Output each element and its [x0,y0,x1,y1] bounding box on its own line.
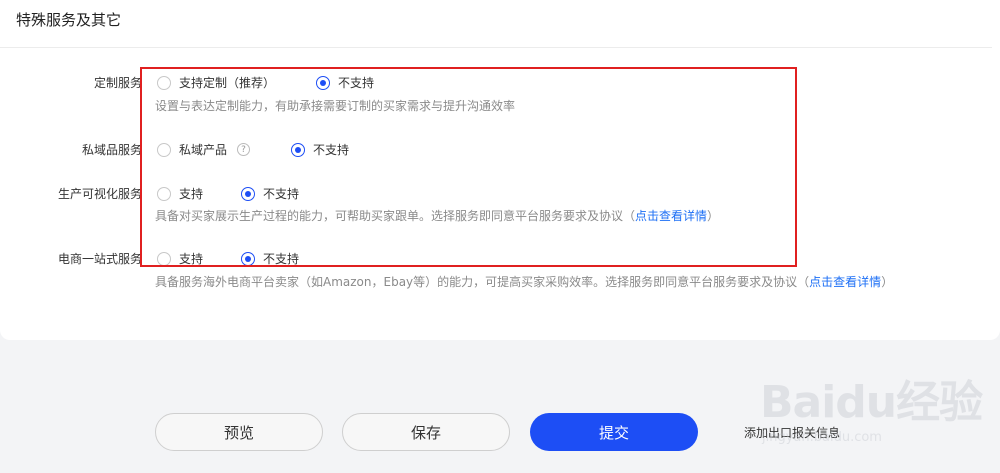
ecommerce-option-support[interactable]: 支持 [157,250,203,267]
radio-checked-icon[interactable] [316,75,330,90]
custom-service-label: 定制服务 [93,76,142,90]
divider [0,47,992,48]
section-title: 特殊服务及其它 [16,11,122,29]
visual-details-link[interactable]: 点击查看详情 [635,209,707,223]
radio-checked-icon[interactable] [241,186,255,201]
submit-button[interactable]: 提交 [530,413,698,451]
radio-icon[interactable] [157,142,171,157]
private-option-product[interactable]: 私域产品 ? [157,141,251,158]
radio-checked-icon[interactable] [241,251,255,266]
custom-option-support-label: 支持定制（推荐） [179,76,276,90]
ecommerce-details-link[interactable]: 点击查看详情 [809,275,881,289]
ecommerce-service-label: 电商一站式服务 [57,252,142,266]
private-option-none-label: 不支持 [313,143,350,157]
visual-description-text: 具备对买家展示生产过程的能力，可帮助买家跟单。选择服务即同意平台服务要求及协议（ [155,209,636,223]
custom-service-description: 设置与表达定制能力，有助承接需要订制的买家需求与提升沟通效率 [155,99,516,113]
visual-option-support[interactable]: 支持 [157,185,203,202]
custom-option-none-label: 不支持 [338,76,375,90]
visual-option-none-label: 不支持 [263,187,300,201]
baidu-watermark: Baidu经验 jingyan.baidu.com [760,366,990,466]
watermark-logo: Baidu经验 [760,377,983,428]
custom-option-support[interactable]: 支持定制（推荐） [157,74,275,91]
private-option-product-label: 私域产品 [179,143,228,157]
ecommerce-option-none[interactable]: 不支持 [241,250,299,267]
visual-service-label: 生产可视化服务 [57,187,142,201]
custom-option-none[interactable]: 不支持 [316,74,374,91]
special-services-card: 特殊服务及其它 定制服务 支持定制（推荐） 不支持 设置与表达定制能力，有助承接… [0,0,1000,340]
radio-icon[interactable] [157,186,171,201]
private-option-none[interactable]: 不支持 [291,141,349,158]
ecommerce-service-description: 具备服务海外电商平台卖家（如Amazon，Ebay等）的能力，可提高买家采购效率… [155,273,893,290]
visual-description-end: ） [707,209,720,223]
radio-icon[interactable] [157,251,171,266]
preview-button[interactable]: 预览 [155,413,323,451]
visual-option-support-label: 支持 [179,187,204,201]
help-icon[interactable]: ? [237,143,251,156]
private-service-label: 私域品服务 [81,143,142,157]
visual-option-none[interactable]: 不支持 [241,185,299,202]
radio-icon[interactable] [157,75,171,90]
radio-checked-icon[interactable] [291,142,305,157]
ecommerce-option-support-label: 支持 [179,252,204,266]
ecommerce-description-text: 具备服务海外电商平台卖家（如Amazon，Ebay等）的能力，可提高买家采购效率… [155,275,810,289]
ecommerce-description-end: ） [881,275,894,289]
add-export-declaration-link[interactable]: 添加出口报关信息 [744,424,840,441]
ecommerce-option-none-label: 不支持 [263,252,300,266]
save-button[interactable]: 保存 [342,413,510,451]
visual-service-description: 具备对买家展示生产过程的能力，可帮助买家跟单。选择服务即同意平台服务要求及协议（… [155,207,719,224]
